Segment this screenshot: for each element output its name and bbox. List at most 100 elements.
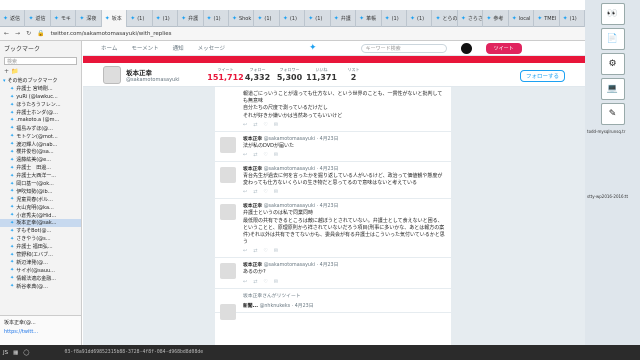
tweet-date[interactable]: 4月23日 xyxy=(320,204,339,209)
bookmark-item[interactable]: ✦ 福島みずほ(@... xyxy=(0,124,81,132)
bookmark-folder[interactable]: ▾ その他のブックマーク xyxy=(0,77,81,85)
tweet-name[interactable]: 新聞... xyxy=(243,304,258,309)
tweet-avatar[interactable] xyxy=(220,167,236,184)
tab[interactable]: ✦ (1) xyxy=(407,10,433,27)
bookmark-item[interactable]: ✦ モトケン(@mot... xyxy=(0,132,81,140)
profile-stat[interactable]: フォロー 4,332 xyxy=(244,67,272,82)
bookmark-item[interactable]: ✦ 弁護士 宮崎剛... xyxy=(0,85,81,93)
tab[interactable]: ✦ (1) xyxy=(153,10,179,27)
tab[interactable]: ✦ さらさ xyxy=(458,10,484,27)
tweet-avatar[interactable] xyxy=(220,303,236,320)
tab[interactable]: ✦ とらの xyxy=(432,10,458,27)
desktop-icon[interactable]: 💻 xyxy=(600,78,625,100)
tab[interactable]: ✦ local xyxy=(509,10,535,27)
back-icon[interactable]: ← xyxy=(4,30,9,37)
tab[interactable]: ✦ (1) xyxy=(254,10,280,27)
nav-messages[interactable]: メッセージ xyxy=(198,44,225,52)
message-icon[interactable]: ✉ xyxy=(274,152,284,158)
bookmark-item[interactable]: ✦ 大山克明(@ka... xyxy=(0,203,81,211)
bookmark-item[interactable]: ✦ ほうたろうフレン... xyxy=(0,101,81,109)
desktop-icon[interactable]: 📄 xyxy=(600,28,625,50)
reload-icon[interactable]: ↻ xyxy=(26,30,31,37)
add-icon[interactable]: + xyxy=(4,68,9,75)
bookmark-item[interactable]: ✦ 弁護士 田邊... xyxy=(0,164,81,172)
browser-icon[interactable]: ◯ xyxy=(23,350,29,356)
bookmark-item[interactable]: ✦ 新谷孝典(@... xyxy=(0,282,81,290)
tab[interactable]: ✦ モキ xyxy=(51,10,77,27)
tweet-avatar[interactable] xyxy=(220,204,236,221)
tweet[interactable]: 坂本正幸 @sakamotomasayuki · 4月23日 青台先生が過去に何を… xyxy=(215,162,451,200)
retweet-icon[interactable]: ⇄ xyxy=(253,122,263,128)
nav-home[interactable]: ホーム xyxy=(101,44,117,52)
nav-moments[interactable]: モーメント xyxy=(131,44,158,52)
tweet-name[interactable]: 坂本正幸 xyxy=(243,137,262,142)
tweet-avatar[interactable] xyxy=(220,136,236,153)
profile-stat[interactable]: フォロワー 5,300 xyxy=(276,67,304,82)
tab[interactable]: ✦ TMEI xyxy=(534,10,560,27)
tweet-name[interactable]: 坂本正幸 xyxy=(243,167,262,172)
bookmark-item[interactable]: ✦ .makoto.a (@m... xyxy=(0,116,81,124)
tab[interactable]: ✦ (1) xyxy=(280,10,306,27)
bookmark-item[interactable]: ✦ サイボ(@sauu... xyxy=(0,266,81,274)
reply-icon[interactable]: ↩ xyxy=(243,279,253,285)
twitter-logo-icon[interactable]: ✦ xyxy=(309,43,317,53)
tweet-name[interactable]: 坂本正幸 xyxy=(243,204,262,209)
start-button[interactable]: JS xyxy=(3,350,8,356)
bookmark-item[interactable]: ✦ 弁護士大西洋一... xyxy=(0,172,81,180)
desktop-icon[interactable]: ✎ xyxy=(600,103,625,125)
profile-stat[interactable]: リスト 2 xyxy=(340,67,368,82)
tab[interactable]: ✦ (1) xyxy=(382,10,407,27)
tweet-name[interactable]: 坂本正幸 xyxy=(243,263,262,268)
message-icon[interactable]: ✉ xyxy=(274,248,284,254)
bookmark-item[interactable]: ✦ 坂本正幸(@sak... xyxy=(0,219,81,227)
bookmark-item[interactable]: ✦ yuRi (@lawkuc... xyxy=(0,93,81,101)
like-icon[interactable]: ♡ xyxy=(263,152,273,158)
folder-icon[interactable]: 📁 xyxy=(11,68,18,75)
avatar[interactable] xyxy=(460,42,472,54)
bookmark-item[interactable]: ✦ 遠藤紘美(@e... xyxy=(0,156,81,164)
bookmark-item[interactable]: ✦ さきやう(@s... xyxy=(0,235,81,243)
reply-icon[interactable]: ↩ xyxy=(243,248,253,254)
tab[interactable]: ✦ 参考 xyxy=(483,10,509,27)
tab[interactable]: ✦ 深夜 xyxy=(76,10,102,27)
bookmark-item[interactable]: ✦ 渡辺輝人(@nab... xyxy=(0,140,81,148)
tab[interactable]: ✦ 返信 xyxy=(25,10,51,27)
like-icon[interactable]: ♡ xyxy=(263,189,273,195)
retweeted-tweet[interactable]: 新聞... @nhknukeks · 4月23日 xyxy=(215,299,451,320)
tab[interactable]: ✦ 弁護 xyxy=(331,10,357,27)
tab[interactable]: ✦ 坂本 xyxy=(101,10,128,27)
profile-avatar[interactable] xyxy=(103,65,121,84)
message-icon[interactable]: ✉ xyxy=(274,189,284,195)
reply-icon[interactable]: ↩ xyxy=(243,122,253,128)
profile-name[interactable]: 坂本正幸 xyxy=(126,67,180,77)
tweet[interactable]: 報道ごにっいうことが違っても仕方ない、という世界のことも、一貫性がないと批判して… xyxy=(215,87,451,132)
tab[interactable]: ✦ 返信 xyxy=(0,10,26,27)
tab[interactable]: ✦ (1) xyxy=(204,10,229,27)
profile-stat[interactable]: ツイート 151,712 xyxy=(207,67,243,82)
bookmark-item[interactable]: ✦ 弁護士 福田弘... xyxy=(0,243,81,251)
profile-stat[interactable]: いいね 11,371 xyxy=(306,67,337,82)
reply-icon[interactable]: ↩ xyxy=(243,189,253,195)
twitter-search-input[interactable]: キーワード検索 xyxy=(360,43,447,53)
message-icon[interactable]: ✉ xyxy=(274,279,284,285)
retweet-icon[interactable]: ⇄ xyxy=(253,189,263,195)
tweet-button[interactable]: ツイート xyxy=(485,42,522,54)
url-text[interactable]: twitter.com/sakamotomasayuki/with_replie… xyxy=(51,31,172,37)
desktop-icon[interactable]: 👀 xyxy=(600,3,625,25)
tweet-date[interactable]: 4月23日 xyxy=(320,137,339,142)
sidebar-search-input[interactable]: 検索 xyxy=(4,57,77,65)
tweet[interactable]: 坂本正幸 @sakamotomasayuki · 4月23日 あるのか? ↩⇄♡✉ xyxy=(215,258,451,289)
follow-button[interactable]: フォローする xyxy=(519,70,565,82)
tweet[interactable]: 坂本正幸 @sakamotomasayuki · 4月23日 法が私のDVDが届い… xyxy=(215,132,451,163)
tab[interactable]: ✦ 弁護 xyxy=(178,10,204,27)
tweet-avatar[interactable] xyxy=(220,263,236,280)
tweet[interactable]: 坂本正幸 @sakamotomasayuki · 4月23日 弁護士というのは私で… xyxy=(215,199,451,259)
reply-icon[interactable]: ↩ xyxy=(243,152,253,158)
tab[interactable]: ✦ (1) xyxy=(305,10,331,27)
bookmark-item[interactable]: ✦ 菅野和(エバブ... xyxy=(0,251,81,259)
bookmark-item[interactable]: ✦ 小倉秀夫(@Hid... xyxy=(0,211,81,219)
bookmark-item[interactable]: ✦ 児童買春(ボル... xyxy=(0,195,81,203)
retweet-icon[interactable]: ⇄ xyxy=(253,279,263,285)
like-icon[interactable]: ♡ xyxy=(263,279,273,285)
footer-link[interactable]: https://twitt... xyxy=(0,329,81,335)
